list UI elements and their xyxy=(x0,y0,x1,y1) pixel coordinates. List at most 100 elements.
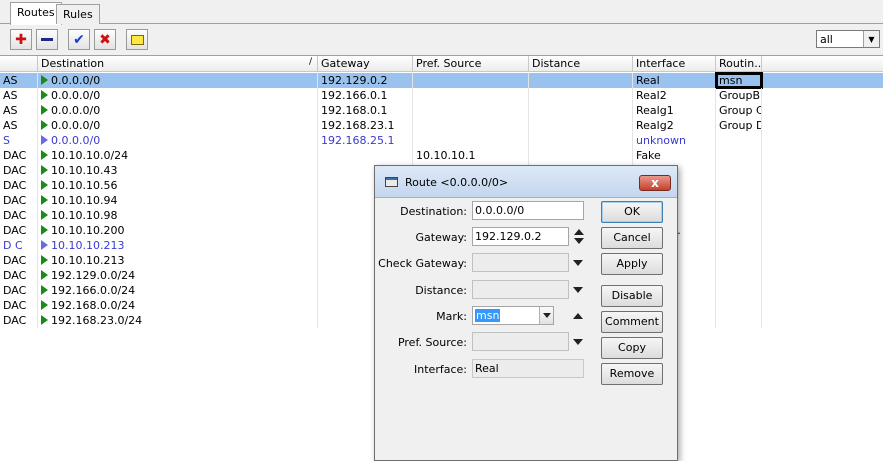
cell-flags: D C xyxy=(0,238,38,253)
cell-routing-mark: Group D xyxy=(716,118,762,133)
mark-collapse-icon[interactable] xyxy=(573,313,583,319)
active-route-icon xyxy=(41,150,48,160)
table-row[interactable]: DAC 10.10.10.0/24 10.10.10.1 Fake xyxy=(0,148,883,163)
comment-route-button[interactable]: Comment xyxy=(601,311,663,333)
close-button[interactable]: x xyxy=(639,175,671,191)
close-icon: x xyxy=(651,176,659,190)
check-gateway-select[interactable] xyxy=(472,253,569,272)
col-flags[interactable] xyxy=(0,56,38,72)
cell-flags-text: DAC xyxy=(3,254,27,267)
cell-routing-mark xyxy=(716,208,762,223)
active-route-icon xyxy=(41,225,48,235)
table-row[interactable]: AS 0.0.0.0/0 192.168.23.1 Realg2 Group D xyxy=(0,118,883,133)
mark-value: msn xyxy=(475,309,501,322)
table-header: Destination / Gateway Pref. Source Dista… xyxy=(0,56,883,72)
dialog-title: Route <0.0.0.0/0> xyxy=(405,176,509,189)
destination-label: Destination: xyxy=(400,205,467,218)
cell-flags: DAC xyxy=(0,208,38,223)
minus-icon xyxy=(41,38,53,41)
cell-destination: 192.129.0.0/24 xyxy=(38,268,318,283)
active-route-icon xyxy=(41,285,48,295)
col-gateway[interactable]: Gateway xyxy=(318,56,413,72)
comment-button[interactable] xyxy=(126,29,148,50)
col-interface[interactable]: Interface xyxy=(633,56,716,72)
cell-gateway: 192.129.0.2 xyxy=(318,73,413,88)
filter-select[interactable]: all ▼ xyxy=(816,30,880,48)
cell-destination-text: 10.10.10.213 xyxy=(51,254,125,267)
table-row[interactable]: AS 0.0.0.0/0 192.129.0.2 Real msn xyxy=(0,72,883,89)
table-row[interactable]: S 0.0.0.0/0 192.168.25.1 unknown xyxy=(0,133,883,148)
cell-routing-mark-text: Group D xyxy=(719,119,762,132)
cell-flags: DAC xyxy=(0,253,38,268)
remove-button[interactable] xyxy=(36,29,58,50)
cell-destination-text: 10.10.10.0/24 xyxy=(51,149,129,162)
check-gateway-dropdown-icon[interactable] xyxy=(573,260,583,266)
col-routing-mark[interactable]: Routin... xyxy=(716,56,762,72)
cell-destination: 0.0.0.0/0 xyxy=(38,73,318,88)
cell-gateway-text: 192.168.0.1 xyxy=(321,104,388,117)
enable-button[interactable]: ✔ xyxy=(68,29,90,50)
active-route-icon xyxy=(41,75,48,85)
cell-flags: AS xyxy=(0,118,38,133)
mark-label: Mark: xyxy=(436,310,467,323)
cell-pref-source xyxy=(413,88,529,103)
pref-source-input[interactable] xyxy=(472,332,569,351)
check-gateway-label: Check Gateway: xyxy=(378,257,467,270)
active-route-icon xyxy=(41,105,48,115)
chevron-down-icon[interactable]: ▼ xyxy=(863,31,879,47)
active-route-icon xyxy=(41,120,48,130)
cell-routing-mark xyxy=(716,193,762,208)
col-destination[interactable]: Destination / xyxy=(38,56,318,72)
cell-routing-mark xyxy=(716,313,762,328)
mark-combo[interactable]: msn xyxy=(472,306,554,325)
cell-gateway-text: 192.168.23.1 xyxy=(321,119,395,132)
cell-destination: 10.10.10.213 xyxy=(38,253,318,268)
cell-interface: Fake xyxy=(633,148,716,163)
tab-routes[interactable]: Routes xyxy=(10,2,62,25)
pref-source-dropdown-icon[interactable] xyxy=(573,339,583,345)
active-route-icon xyxy=(41,135,48,145)
cancel-button[interactable]: Cancel xyxy=(601,227,663,249)
cell-flags-text: AS xyxy=(3,119,18,132)
gateway-spinner[interactable] xyxy=(573,228,585,246)
distance-dropdown-icon[interactable] xyxy=(573,287,583,293)
dialog-titlebar[interactable]: Route <0.0.0.0/0> x xyxy=(375,166,677,198)
cell-interface-text: Realg2 xyxy=(636,119,674,132)
active-route-icon xyxy=(41,165,48,175)
sort-icon: / xyxy=(308,57,312,67)
cell-destination-text: 0.0.0.0/0 xyxy=(51,74,101,87)
mark-dropdown-button[interactable] xyxy=(539,307,553,324)
cell-routing-mark xyxy=(716,148,762,163)
cell-destination: 10.10.10.0/24 xyxy=(38,148,318,163)
cell-destination: 10.10.10.200 xyxy=(38,223,318,238)
cell-gateway xyxy=(318,148,413,163)
gateway-input[interactable]: 192.129.0.2 xyxy=(472,227,569,246)
cell-destination-text: 192.129.0.0/24 xyxy=(51,269,136,282)
spin-down-icon xyxy=(574,238,584,244)
cell-destination: 0.0.0.0/0 xyxy=(38,133,318,148)
add-button[interactable]: ✚ xyxy=(10,29,32,50)
disable-route-button[interactable]: Disable xyxy=(601,285,663,307)
col-distance[interactable]: Distance xyxy=(529,56,633,72)
cell-flags-text: AS xyxy=(3,104,18,117)
tab-rules[interactable]: Rules xyxy=(56,4,100,24)
disable-button[interactable]: ✖ xyxy=(94,29,116,50)
cell-flags: DAC xyxy=(0,298,38,313)
distance-input[interactable] xyxy=(472,280,569,299)
ok-button[interactable]: OK xyxy=(601,201,663,223)
apply-button[interactable]: Apply xyxy=(601,253,663,275)
active-route-icon xyxy=(41,240,48,250)
cell-interface-text: Realg1 xyxy=(636,104,674,117)
cell-destination-text: 10.10.10.213 xyxy=(51,239,125,252)
cell-destination-text: 10.10.10.200 xyxy=(51,224,125,237)
cell-flags-text: DAC xyxy=(3,164,27,177)
destination-input[interactable]: 0.0.0.0/0 xyxy=(472,201,584,220)
cell-destination: 192.168.0.0/24 xyxy=(38,298,318,313)
col-pref-source[interactable]: Pref. Source xyxy=(413,56,529,72)
cell-gateway-text: 192.168.25.1 xyxy=(321,134,395,147)
copy-button[interactable]: Copy xyxy=(601,337,663,359)
table-row[interactable]: AS 0.0.0.0/0 192.166.0.1 Real2 GroupB xyxy=(0,88,883,103)
remove-route-button[interactable]: Remove xyxy=(601,363,663,385)
cell-destination-text: 10.10.10.56 xyxy=(51,179,118,192)
table-row[interactable]: AS 0.0.0.0/0 192.168.0.1 Realg1 Group C xyxy=(0,103,883,118)
